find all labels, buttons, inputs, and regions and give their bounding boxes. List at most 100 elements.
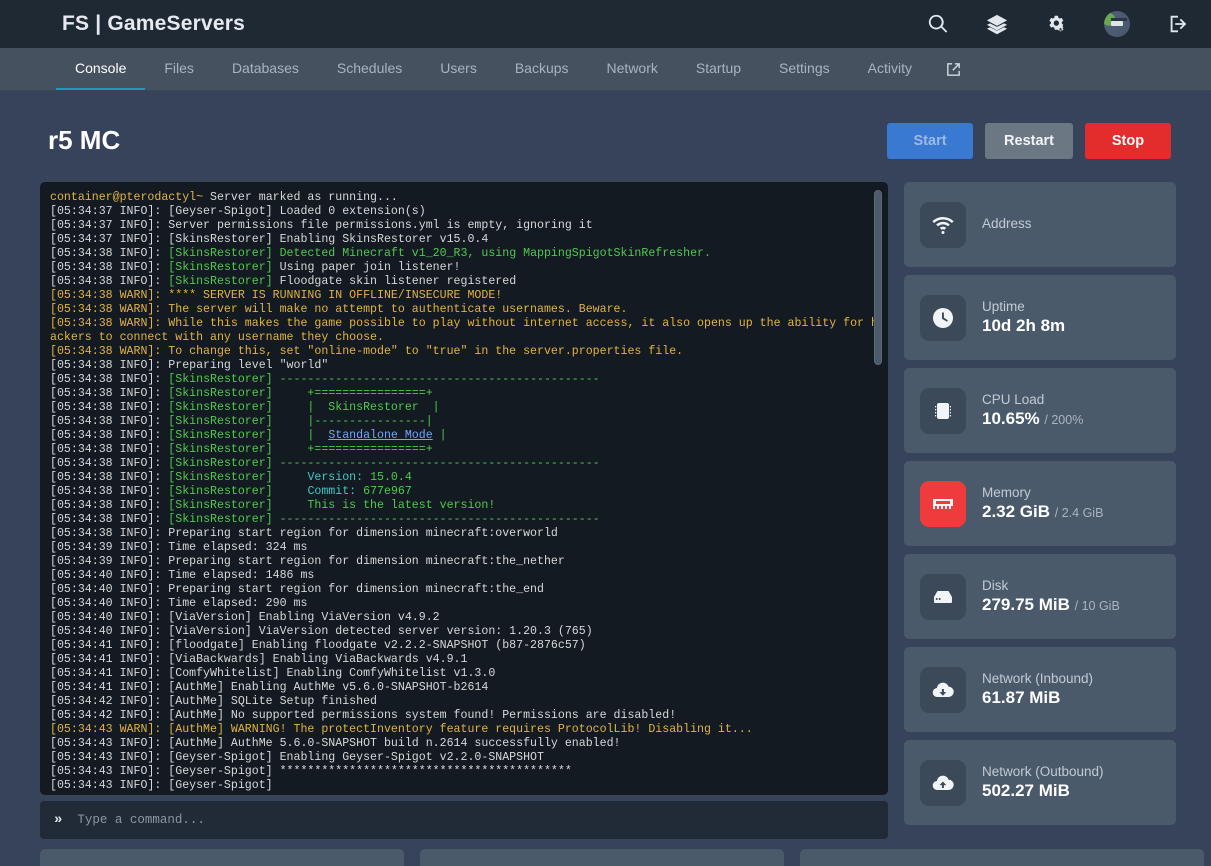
- console-line-segment: [SkinsRestorer] | SkinsRestorer |: [168, 401, 440, 414]
- bottom-panel-right[interactable]: [800, 849, 1204, 866]
- stat-body: Uptime 10d 2h 8m: [982, 299, 1065, 336]
- console-line: [05:34:38 INFO]: [SkinsRestorer] +======…: [50, 387, 882, 401]
- start-button[interactable]: Start: [887, 122, 974, 159]
- stat-card-uptime: Uptime 10d 2h 8m: [904, 275, 1176, 360]
- console-line-segment: [05:34:41 INFO]: [ComfyWhitelist] Enabli…: [50, 667, 496, 680]
- console-line: container@pterodactyl~ Server marked as …: [50, 191, 882, 205]
- console-line-segment: [05:34:38 INFO]:: [50, 415, 169, 428]
- console-line-segment: [SkinsRestorer] |----------------|: [168, 415, 433, 428]
- console-line-segment: container@pterodactyl~: [50, 191, 211, 204]
- tab-settings[interactable]: Settings: [760, 48, 849, 90]
- tab-schedules[interactable]: Schedules: [318, 48, 421, 90]
- stat-body: Memory 2.32 GiB / 2.4 GiB: [982, 485, 1103, 522]
- console-line-segment: [05:34:43 INFO]: [Geyser-Spigot] Enablin…: [50, 751, 544, 764]
- console-line: [05:34:38 INFO]: [SkinsRestorer] | Stand…: [50, 429, 882, 443]
- tab-label: Startup: [695, 60, 742, 76]
- console-line-segment: [05:34:38 INFO]:: [50, 387, 169, 400]
- console-line-segment: [05:34:38 INFO]:: [50, 261, 169, 274]
- console-line: [05:34:43 INFO]: [Geyser-Spigot]: [50, 779, 882, 793]
- console-line-segment: [05:34:43 INFO]: [Geyser-Spigot] *******…: [50, 765, 572, 778]
- stat-value-primary: 10.65%: [982, 409, 1040, 428]
- console-line-segment: 677e967: [363, 485, 412, 498]
- stat-label: Network (Inbound): [982, 671, 1094, 686]
- topbar-icon-group: [927, 11, 1189, 37]
- console-line-segment: Server marked as running...: [210, 191, 398, 204]
- console-scrollbar-thumb[interactable]: [874, 190, 882, 365]
- disk-icon: [920, 573, 966, 620]
- console-line: [05:34:43 INFO]: [Geyser-Spigot] *******…: [50, 765, 882, 779]
- tab-databases[interactable]: Databases: [213, 48, 318, 90]
- tab-startup[interactable]: Startup: [677, 48, 760, 90]
- logout-icon[interactable]: [1167, 13, 1189, 35]
- console-line-segment: Standalone Mode: [328, 429, 433, 442]
- console-line-segment: [SkinsRestorer] ------------------------…: [168, 373, 600, 386]
- console-line-segment: [SkinsRestorer] |: [168, 429, 329, 442]
- console-line-segment: [05:34:42 INFO]: [AuthMe] SQLite Setup f…: [50, 695, 377, 708]
- console-line: [05:34:38 WARN]: While this makes the ga…: [50, 317, 882, 345]
- cpu-icon: [920, 387, 966, 434]
- gears-icon[interactable]: [1045, 13, 1067, 35]
- console-line-segment: [05:34:38 INFO]:: [50, 429, 169, 442]
- console-line-segment: [05:34:38 INFO]:: [50, 485, 169, 498]
- stat-value: 2.32 GiB / 2.4 GiB: [982, 502, 1103, 522]
- search-icon[interactable]: [927, 13, 949, 35]
- console-line-segment: [05:34:43 INFO]: [AuthMe] AuthMe 5.6.0-S…: [50, 737, 621, 750]
- console-line-segment: [SkinsRestorer]: [168, 485, 308, 498]
- external-link-icon[interactable]: [931, 48, 976, 90]
- command-input[interactable]: [77, 813, 874, 827]
- stat-card-network-outbound: Network (Outbound) 502.27 MiB: [904, 740, 1176, 825]
- tab-files[interactable]: Files: [145, 48, 213, 90]
- console-line-segment: [05:34:37 INFO]: [SkinsRestorer] Enablin…: [50, 233, 489, 246]
- tab-network[interactable]: Network: [588, 48, 677, 90]
- console-line: [05:34:43 WARN]: [AuthMe] WARNING! The p…: [50, 723, 882, 737]
- tab-label: Activity: [867, 60, 912, 76]
- console-line: [05:34:38 WARN]: The server will make no…: [50, 303, 882, 317]
- stat-value-sub: / 200%: [1044, 413, 1084, 427]
- console-line: [05:34:40 INFO]: Time elapsed: 290 ms: [50, 597, 882, 611]
- stat-body: Disk 279.75 MiB / 10 GiB: [982, 578, 1120, 615]
- wifi-icon: [920, 201, 966, 248]
- stat-label: Disk: [982, 578, 1009, 593]
- console-output[interactable]: container@pterodactyl~ Server marked as …: [40, 182, 888, 795]
- stat-card-address: Address: [904, 182, 1176, 267]
- stat-body: CPU Load 10.65% / 200%: [982, 392, 1083, 429]
- cloud-download-icon: [920, 666, 966, 713]
- console-line-segment: [05:34:39 INFO]: Preparing start region …: [50, 555, 565, 568]
- cloud-upload-icon: [920, 759, 966, 806]
- console-line-segment: [05:34:40 INFO]: [ViaVersion] Enabling V…: [50, 611, 440, 624]
- console-line-segment: [05:34:38 INFO]:: [50, 373, 169, 386]
- console-line-segment: [05:34:37 INFO]: Server permissions file…: [50, 219, 593, 232]
- bottom-panel-center[interactable]: [420, 849, 784, 866]
- console-line: [05:34:38 INFO]: [SkinsRestorer] Floodga…: [50, 275, 882, 289]
- memory-icon: [920, 480, 966, 527]
- console-scrollbar[interactable]: [874, 190, 882, 787]
- bottom-panel-left[interactable]: [40, 849, 404, 866]
- restart-button[interactable]: Restart: [985, 122, 1073, 159]
- console-line-segment: [SkinsRestorer] +================+: [168, 387, 433, 400]
- command-bar[interactable]: »: [40, 801, 888, 839]
- console-line-segment: [05:34:38 INFO]: Preparing start region …: [50, 527, 558, 540]
- tab-label: Backups: [514, 60, 569, 76]
- tab-activity[interactable]: Activity: [849, 48, 931, 90]
- nav-tabs: Console Files Databases Schedules Users …: [0, 48, 1211, 91]
- brand-title: FS | GameServers: [62, 12, 246, 35]
- tab-backups[interactable]: Backups: [496, 48, 588, 90]
- console-line-segment: [05:34:40 INFO]: [ViaVersion] ViaVersion…: [50, 625, 593, 638]
- console-line: [05:34:40 INFO]: Time elapsed: 1486 ms: [50, 569, 882, 583]
- top-bar: FS | GameServers: [0, 0, 1211, 48]
- stat-value-sub: / 2.4 GiB: [1054, 506, 1104, 520]
- stat-value: 10.65% / 200%: [982, 409, 1083, 429]
- console-line-segment: [05:34:38 INFO]:: [50, 513, 169, 526]
- tab-users[interactable]: Users: [421, 48, 496, 90]
- console-line-segment: [05:34:38 INFO]:: [50, 401, 169, 414]
- server-header: r5 MC Start Restart Stop: [40, 91, 1171, 182]
- console-line-segment: |: [432, 429, 447, 442]
- tab-console[interactable]: Console: [56, 48, 146, 90]
- avatar[interactable]: [1104, 11, 1130, 37]
- stat-value-primary: 279.75 MiB: [982, 595, 1070, 614]
- command-prompt-icon: »: [54, 812, 63, 828]
- layers-icon[interactable]: [986, 13, 1008, 35]
- console-line: [05:34:37 INFO]: Server permissions file…: [50, 219, 882, 233]
- console-line: [05:34:42 INFO]: [AuthMe] No supported p…: [50, 709, 882, 723]
- stop-button[interactable]: Stop: [1085, 122, 1171, 159]
